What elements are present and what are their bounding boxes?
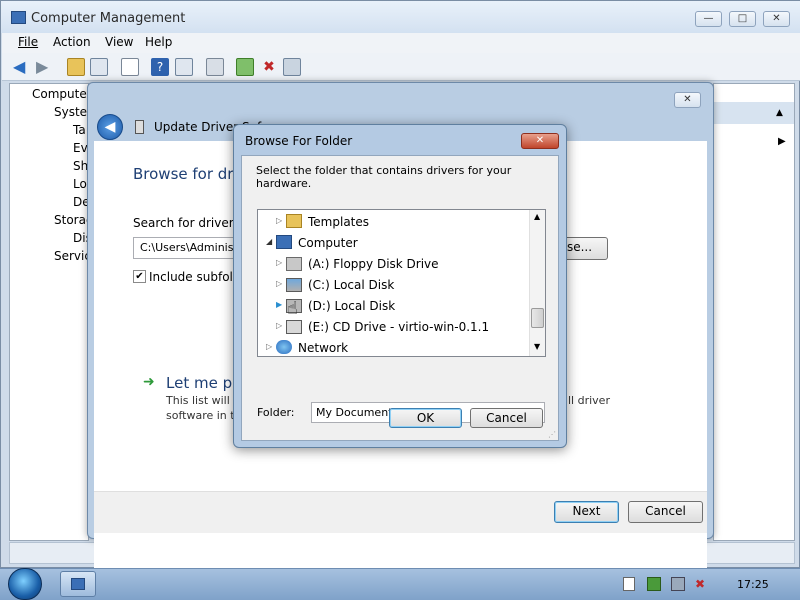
- forward-icon[interactable]: ▶: [36, 58, 54, 76]
- taskbar-app-computer-management[interactable]: [60, 571, 96, 597]
- folder-node-templates[interactable]: ▷ Templates: [258, 212, 530, 232]
- scroll-thumb[interactable]: [531, 308, 544, 328]
- show-action-pane-icon[interactable]: [175, 58, 193, 76]
- tree-item-system-tools[interactable]: System: [54, 105, 88, 119]
- taskbar: ✖ 17:25: [0, 568, 800, 600]
- folder-node-c-drive[interactable]: ▷ (C:) Local Disk: [258, 275, 530, 295]
- close-button[interactable]: ✕: [763, 11, 790, 27]
- browse-ok-button[interactable]: OK: [389, 408, 462, 428]
- next-button[interactable]: Next: [554, 501, 619, 523]
- more-actions-icon[interactable]: ▶: [778, 136, 786, 147]
- pick-desc-line1: This list will s: [166, 394, 240, 407]
- folder-node-floppy[interactable]: ▷ (A:) Floppy Disk Drive: [258, 254, 530, 274]
- tree-item-computer[interactable]: Computer: [32, 87, 88, 101]
- tree-item-services[interactable]: Service: [54, 249, 88, 263]
- menu-view[interactable]: View: [105, 35, 133, 49]
- wizard-back-button[interactable]: ◀: [97, 114, 123, 140]
- show-hide-tree-icon[interactable]: [90, 58, 108, 76]
- tray-notes-icon[interactable]: [623, 577, 635, 591]
- menu-file[interactable]: File: [18, 35, 38, 49]
- hand-cursor-icon: ☝: [287, 298, 298, 319]
- tray-network-icon[interactable]: [671, 577, 685, 591]
- tree-item-task-scheduler[interactable]: Ta: [73, 123, 86, 137]
- browse-instruction: Select the folder that contains drivers …: [256, 164, 512, 190]
- tray-action-center-icon[interactable]: [647, 577, 661, 591]
- pick-desc-right: ll driver: [568, 394, 610, 407]
- green-arrow-icon: ➜: [143, 374, 155, 390]
- local-disk-icon: [286, 278, 302, 292]
- network-icon: [276, 340, 292, 354]
- include-subfolders-checkbox[interactable]: ✔: [133, 270, 146, 283]
- expand-arrow-icon[interactable]: ▷: [266, 342, 272, 351]
- computer-icon: [276, 235, 292, 249]
- templates-folder-icon: [286, 214, 302, 228]
- browse-dialog-title: Browse For Folder: [245, 134, 353, 148]
- collapse-arrow-icon[interactable]: ▲: [776, 108, 783, 118]
- computer-management-icon: [71, 578, 85, 590]
- expand-arrow-icon[interactable]: ▶: [276, 300, 282, 309]
- browse-cancel-button[interactable]: Cancel: [470, 408, 543, 428]
- browse-dialog-body: Select the folder that contains drivers …: [241, 155, 559, 441]
- title-bar[interactable]: Computer Management — □ ✕: [1, 1, 800, 33]
- minimize-button[interactable]: —: [695, 11, 722, 27]
- folder-node-e-drive[interactable]: ▷ (E:) CD Drive - virtio-win-0.1.1: [258, 317, 530, 337]
- expand-arrow-icon[interactable]: ▷: [276, 216, 282, 225]
- clock[interactable]: 17:25: [737, 578, 769, 591]
- resize-grip-icon[interactable]: ⋰: [548, 430, 556, 439]
- folder-tree-scrollbar[interactable]: ▲ ▼: [529, 210, 545, 356]
- scan-hardware-icon[interactable]: [206, 58, 224, 76]
- folder-label: Folder:: [257, 406, 295, 419]
- back-icon[interactable]: ◀: [13, 58, 31, 76]
- tree-item-storage[interactable]: Storag: [54, 213, 88, 227]
- expand-arrow-icon[interactable]: ▷: [276, 321, 282, 330]
- console-tree: Computer System Ta Eve Sh Lo De Storag D…: [9, 83, 89, 541]
- folder-node-network[interactable]: ▷ Network: [258, 338, 530, 356]
- window-title: Computer Management: [31, 11, 186, 26]
- actions-pane: ▲ ▶: [713, 83, 795, 541]
- up-folder-icon[interactable]: [67, 58, 85, 76]
- wizard-heading: Browse for driv: [133, 165, 247, 183]
- disable-icon[interactable]: [283, 58, 301, 76]
- cd-drive-icon: [286, 320, 302, 334]
- expand-arrow-icon[interactable]: ▷: [276, 279, 282, 288]
- floppy-drive-icon: [286, 257, 302, 271]
- tree-item-shared-folders[interactable]: Sh: [73, 159, 88, 173]
- menu-help[interactable]: Help: [145, 35, 172, 49]
- start-button[interactable]: [8, 568, 42, 600]
- wizard-footer: Next Cancel: [94, 491, 707, 533]
- update-driver-icon[interactable]: [236, 58, 254, 76]
- computer-management-icon: [11, 11, 26, 24]
- pick-desc-line2: software in th: [166, 409, 242, 422]
- properties-icon[interactable]: [121, 58, 139, 76]
- browse-for-folder-dialog: Browse For Folder ✕ Select the folder th…: [233, 124, 567, 448]
- device-icon: [135, 120, 144, 134]
- tree-item-local-users[interactable]: Lo: [73, 177, 87, 191]
- menu-action[interactable]: Action: [53, 35, 91, 49]
- uninstall-icon[interactable]: ✖: [260, 58, 278, 76]
- help-icon[interactable]: ?: [151, 58, 169, 76]
- maximize-button[interactable]: □: [729, 11, 756, 27]
- expand-arrow-icon[interactable]: ▷: [276, 258, 282, 267]
- tray-volume-icon[interactable]: ✖: [695, 577, 705, 591]
- wizard-cancel-button[interactable]: Cancel: [628, 501, 703, 523]
- collapse-arrow-icon[interactable]: ◢: [266, 237, 272, 246]
- wizard-close-button[interactable]: ✕: [674, 92, 701, 108]
- browse-close-button[interactable]: ✕: [521, 133, 559, 149]
- folder-tree[interactable]: ▷ Templates ◢ Computer ▷ (A:) Floppy Dis…: [257, 209, 546, 357]
- folder-node-computer[interactable]: ◢ Computer: [258, 233, 530, 253]
- scroll-down-icon[interactable]: ▼: [534, 342, 540, 351]
- scroll-up-icon[interactable]: ▲: [534, 212, 540, 221]
- folder-node-d-drive[interactable]: ▶ (D:) Local Disk: [258, 296, 530, 316]
